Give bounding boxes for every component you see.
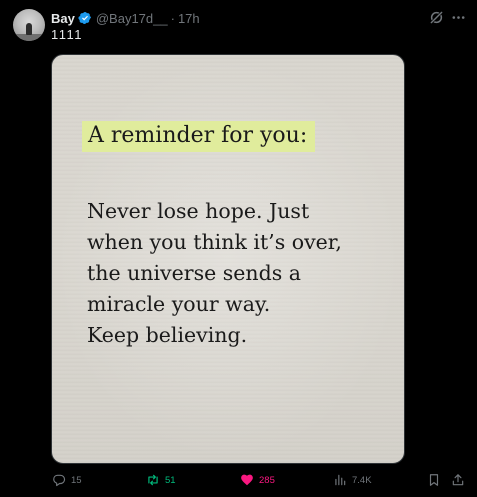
like-count: 285 — [259, 474, 275, 486]
author-name[interactable]: Bay — [51, 11, 75, 26]
bookmark-button[interactable] — [427, 470, 446, 490]
avatar-figure — [26, 23, 32, 35]
reply-button[interactable]: 15 — [52, 470, 82, 490]
tweet-image[interactable]: A reminder for you: Never lose hope. Jus… — [51, 54, 405, 464]
author-handle[interactable]: @Bay17d__ — [96, 11, 168, 26]
more-icon[interactable] — [451, 10, 466, 25]
share-icon — [452, 474, 464, 486]
heart-icon — [241, 474, 253, 486]
tweet[interactable]: Bay @Bay17d__ · 17h 1111 A reminder for … — [0, 0, 477, 497]
reply-count: 15 — [71, 474, 82, 486]
quote-line: the universe sends a — [87, 261, 301, 285]
repost-count: 51 — [165, 474, 176, 486]
action-bar: 15 51 285 7.4K — [0, 470, 477, 490]
views-icon — [335, 474, 346, 486]
grok-icon[interactable] — [429, 10, 444, 25]
views-count: 7.4K — [352, 474, 372, 486]
separator-dot: · — [170, 10, 175, 26]
avatar-ground — [13, 34, 45, 41]
avatar[interactable] — [13, 9, 45, 41]
image-quote: Never lose hope. Just when you think it’… — [87, 196, 397, 351]
quote-line: Keep believing. — [87, 323, 248, 347]
image-heading: A reminder for you: — [82, 121, 316, 152]
quote-line: when you think it’s over, — [87, 230, 342, 254]
quote-line: Never lose hope. Just — [87, 199, 310, 223]
tweet-header: Bay @Bay17d__ · 17h — [51, 9, 200, 27]
views-button[interactable]: 7.4K — [333, 470, 372, 490]
reply-icon — [53, 474, 66, 487]
like-button[interactable]: 285 — [240, 470, 275, 490]
bookmark-icon — [429, 474, 439, 486]
verified-badge-icon[interactable] — [78, 11, 92, 25]
repost-icon — [148, 474, 158, 486]
quote-line: miracle your way. — [87, 292, 271, 316]
timestamp[interactable]: 17h — [178, 11, 200, 26]
repost-button[interactable]: 51 — [146, 470, 176, 490]
tweet-text: 1111 — [51, 27, 84, 42]
share-button[interactable] — [451, 470, 470, 490]
